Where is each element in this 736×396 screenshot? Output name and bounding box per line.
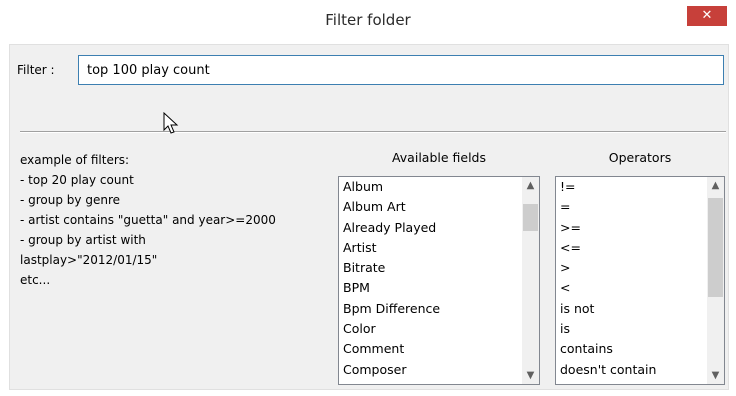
scroll-up-arrow-icon[interactable]: ▲: [707, 177, 724, 194]
list-item[interactable]: is not: [556, 299, 724, 319]
list-item[interactable]: BPM: [339, 278, 539, 298]
separator-line: [20, 131, 726, 133]
mouse-pointer-icon: [163, 112, 179, 134]
list-item[interactable]: Bpm Difference: [339, 299, 539, 319]
operators-list[interactable]: != = >= <= > < is not is contains doesn'…: [555, 176, 725, 385]
scrollbar-thumb[interactable]: [523, 204, 538, 231]
list-item[interactable]: >=: [556, 218, 724, 238]
close-icon: ✕: [701, 8, 713, 23]
list-item[interactable]: Artist: [339, 238, 539, 258]
list-item[interactable]: Already Played: [339, 218, 539, 238]
list-item[interactable]: <: [556, 278, 724, 298]
examples-line: example of filters:: [20, 153, 130, 167]
scroll-down-arrow-icon[interactable]: ▼: [707, 367, 724, 384]
operators-header: Operators: [608, 150, 672, 165]
list-item[interactable]: =: [556, 197, 724, 217]
filter-input[interactable]: [78, 55, 724, 85]
scroll-up-arrow-icon[interactable]: ▲: [522, 177, 539, 194]
list-item[interactable]: Bitrate: [339, 258, 539, 278]
list-item[interactable]: Comment: [339, 339, 539, 359]
available-fields-list[interactable]: Album Album Art Already Played Artist Bi…: [338, 176, 540, 385]
list-item[interactable]: Album Art: [339, 197, 539, 217]
filter-folder-dialog: Filter folder ✕ Filter : example of filt…: [0, 0, 736, 396]
title-bar[interactable]: Filter folder ✕: [0, 0, 736, 40]
list-item[interactable]: doesn't contain: [556, 360, 724, 380]
operators-scrollbar[interactable]: ▲ ▼: [707, 177, 724, 384]
examples-line: etc...: [20, 273, 51, 287]
list-item[interactable]: Composer: [339, 360, 539, 380]
examples-line: - top 20 play count: [20, 173, 134, 187]
examples-text: example of filters: - top 20 play count …: [20, 150, 276, 290]
list-item[interactable]: <=: [556, 238, 724, 258]
list-item[interactable]: contains: [556, 339, 724, 359]
scrollbar-thumb[interactable]: [708, 198, 723, 297]
list-item[interactable]: !=: [556, 177, 724, 197]
examples-line: - artist contains "guetta" and year>=200…: [20, 213, 276, 227]
examples-line: lastplay>"2012/01/15": [20, 253, 158, 267]
scroll-down-arrow-icon[interactable]: ▼: [522, 367, 539, 384]
filter-label: Filter :: [17, 63, 55, 77]
list-item[interactable]: is: [556, 319, 724, 339]
list-item[interactable]: >: [556, 258, 724, 278]
list-item[interactable]: Album: [339, 177, 539, 197]
available-fields-scrollbar[interactable]: ▲ ▼: [522, 177, 539, 384]
close-button[interactable]: ✕: [687, 6, 727, 26]
window-title: Filter folder: [325, 11, 411, 29]
examples-line: - group by artist with: [20, 233, 146, 247]
available-fields-header: Available fields: [391, 150, 487, 165]
examples-line: - group by genre: [20, 193, 121, 207]
list-item[interactable]: Color: [339, 319, 539, 339]
